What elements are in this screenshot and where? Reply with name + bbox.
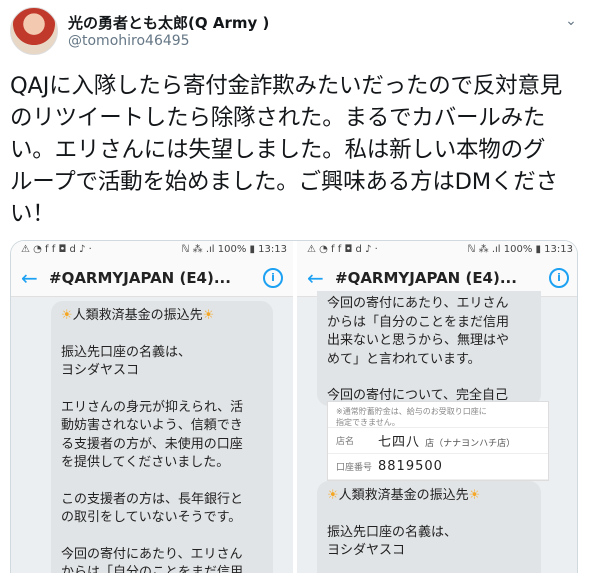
tweet-card: 光の勇者とも太郎(Q Army ) @tomohiro46495 ⌄ QAJに入… [0, 0, 590, 573]
display-name[interactable]: 光の勇者とも太郎(Q Army ) [68, 12, 269, 33]
user-handle[interactable]: @tomohiro46495 [68, 33, 190, 49]
store-label: 店名 [336, 437, 355, 447]
account-label: 口座番号 [336, 463, 373, 473]
status-clock: ℕ ⁂ .ıl 100% ▮ 13:13 [467, 244, 573, 255]
status-icons: ⚠ ◔ f f ◘ d ♪ · [307, 244, 378, 255]
tweet-text-line: い。エリさんには失望しました。私は新しい本物のグ [10, 137, 546, 163]
sun-icon: ☀ [327, 488, 339, 503]
message-line: ヨシダヤスコ [61, 363, 140, 378]
message-line: 振込先口座の名義は、 [61, 344, 192, 360]
tweet-media[interactable]: ⚠ ◔ f f ◘ d ♪ · ℕ ⁂ .ıl 100% ▮ 13:13 ← #… [10, 240, 578, 573]
message-line: ヨシダヤスコ [327, 543, 406, 558]
media-image-left[interactable]: ⚠ ◔ f f ◘ d ♪ · ℕ ⁂ .ıl 100% ▮ 13:13 ← #… [11, 241, 293, 573]
message-line: 振込先口座の名義は、 [327, 524, 458, 540]
note-text: ※通常貯蓄貯金は、給与のお受取り口座に [336, 407, 487, 416]
media-image-right[interactable]: ⚠ ◔ f f ◘ d ♪ · ℕ ⁂ .ıl 100% ▮ 13:13 ← #… [297, 241, 577, 573]
message-line: る支援者の方が、未使用の口座 [61, 436, 243, 452]
message-bubble: 今回の寄付にあたり、エリさん からは「自分のことをまだ信用 出来ないと思うから、… [317, 291, 541, 406]
back-arrow-icon: ← [21, 266, 38, 290]
info-icon: i [549, 268, 569, 288]
heading-text: 人類救済基金の振込先 [72, 308, 203, 323]
sun-icon: ☀ [202, 308, 215, 323]
message-line: を提供してくださいました。 [61, 455, 230, 470]
message-line: この支援者の方は、長年銀行と [61, 491, 244, 507]
status-icons: ⚠ ◔ f f ◘ d ♪ · [21, 244, 92, 255]
avatar[interactable] [10, 7, 58, 55]
message-bubble: ☀人類救済基金の振込先☀ 振込先口座の名義は、 ヨシダヤスコ [317, 481, 541, 573]
passbook-account-row: 口座番号 8819500 [328, 454, 548, 480]
message-line: 今回の寄付にあたり、エリさん [61, 546, 243, 562]
tweet-text-line: のリツイートしたら除隊された。まるでカバールみた [10, 105, 546, 131]
store-value: 七四八 店（ナナヨンハチ店） [378, 431, 515, 450]
chat-title: #QARMYJAPAN (E4)... [49, 269, 231, 287]
bubble-heading: ☀人類救済基金の振込先☀ [61, 307, 263, 326]
info-icon: i [263, 268, 283, 288]
status-bar: ⚠ ◔ f f ◘ d ♪ · ℕ ⁂ .ıl 100% ▮ 13:13 [11, 241, 293, 260]
chat-title: #QARMYJAPAN (E4)... [335, 269, 517, 287]
tweet-text-line: ループで活動を始めました。ご興味ある方はDMくださ [10, 169, 558, 195]
tweet-text-line: QAJに入隊したら寄付金詐欺みたいだったので反対意見 [10, 73, 563, 99]
tweet-text-line: い！ [10, 201, 55, 227]
passbook-note: ※通常貯蓄貯金は、給与のお受取り口座に 指定できません。 [328, 402, 548, 428]
account-number: 8819500 [378, 459, 443, 474]
passbook-image: ※通常貯蓄貯金は、給与のお受取り口座に 指定できません。 店名 七四八 店（ナナ… [327, 401, 549, 481]
chat-header: ← #QARMYJAPAN (E4)... i [11, 260, 293, 297]
heading-text: 人類救済基金の振込先 [338, 488, 469, 503]
store-reading: 店（ナナヨンハチ店） [425, 439, 516, 449]
message-line: 出来ないと思うから、無理はや [327, 333, 510, 348]
note-text: 指定できません。 [336, 418, 400, 427]
status-bar: ⚠ ◔ f f ◘ d ♪ · ℕ ⁂ .ıl 100% ▮ 13:13 [297, 241, 577, 260]
message-line: 動妨害されないよう、信頼でき [61, 418, 243, 433]
sun-icon: ☀ [468, 488, 481, 503]
store-name: 七四八 [378, 435, 421, 450]
sun-icon: ☀ [61, 308, 73, 323]
tweet-text: QAJに入隊したら寄付金詐欺みたいだったので反対意見 のリツイートしたら除隊され… [10, 70, 585, 230]
status-clock: ℕ ⁂ .ıl 100% ▮ 13:13 [181, 244, 287, 255]
bubble-heading: ☀人類救済基金の振込先☀ [327, 487, 531, 506]
message-line: の取引をしていないそうです。 [61, 510, 242, 525]
message-line: 今回の寄付にあたり、エリさん [327, 296, 509, 311]
chevron-down-icon[interactable]: ⌄ [562, 12, 580, 30]
back-arrow-icon: ← [307, 266, 324, 290]
message-line: めて」と言われています。 [327, 351, 481, 367]
message-line: エリさんの身元が抑えられ、活 [61, 399, 244, 415]
message-bubble: ☀人類救済基金の振込先☀ 振込先口座の名義は、 ヨシダヤスコ エリさんの身元が抑… [51, 301, 273, 573]
message-line: からは「自分のことをまだ信用 [61, 565, 244, 573]
message-line: からは「自分のことをまだ信用 [327, 314, 510, 330]
passbook-store-row: 店名 七四八 店（ナナヨンハチ店） [328, 428, 548, 454]
